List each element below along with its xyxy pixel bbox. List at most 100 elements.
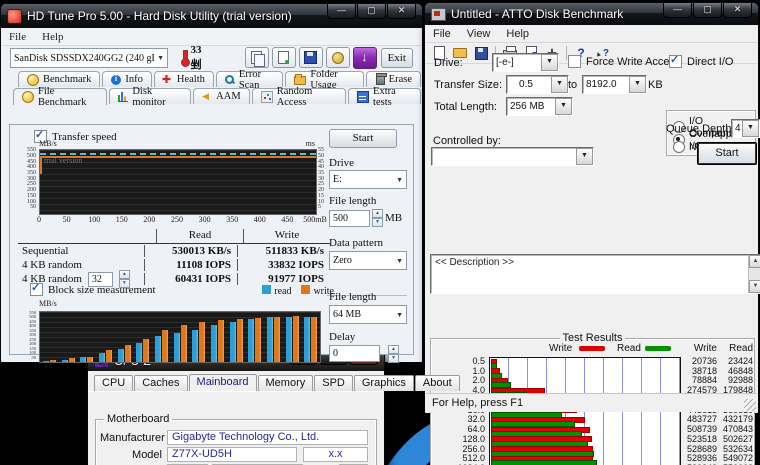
read-swatch: [262, 285, 271, 294]
direct-io-checkbox-row[interactable]: Direct I/O: [669, 55, 733, 68]
motherboard-groupbox: Motherboard Manufacturer Gigabyte Techno…: [95, 419, 377, 465]
minimize-icon[interactable]: —: [663, 3, 692, 18]
tab-graphics[interactable]: Graphics: [354, 375, 414, 391]
close-icon[interactable]: ✕: [723, 3, 752, 18]
hdtune-titlebar[interactable]: HD Tune Pro 5.00 - Hard Disk Utility (tr…: [1, 4, 422, 28]
block-file-length-dropdown[interactable]: 64 MB ▼: [329, 305, 407, 324]
write-swatch: [301, 285, 310, 294]
start-button[interactable]: Start: [329, 129, 397, 148]
speaker-icon: [202, 92, 212, 102]
transfer-to-dropdown[interactable]: 8192.0 ▼: [582, 75, 647, 94]
resize-grip[interactable]: [744, 399, 756, 411]
queue-depth-label: Queue Depth:: [666, 123, 735, 135]
chevron-down-icon: ▼: [551, 76, 568, 93]
hdtune-tab-row-1: BenchmarkInfoHealthError ScanFolder Usag…: [2, 71, 421, 87]
save-button[interactable]: [299, 47, 323, 68]
data-pattern-dropdown[interactable]: Zero ▼: [329, 251, 407, 270]
menu-file[interactable]: File: [433, 28, 451, 40]
bar-read-2048: [267, 317, 273, 362]
copy-results-button[interactable]: [245, 47, 269, 68]
tab-about[interactable]: About: [415, 375, 460, 391]
tab-spd[interactable]: SPD: [314, 375, 353, 391]
start-button[interactable]: Start: [698, 143, 756, 164]
drive-select[interactable]: SanDisk SDSSDX240GG2 (240 gB) ▼: [10, 48, 168, 68]
menu-view[interactable]: View: [467, 28, 491, 40]
tab-cpu[interactable]: CPU: [94, 375, 133, 391]
atto-titlebar[interactable]: Untitled - ATTO Disk Benchmark — ▢ ✕: [425, 3, 758, 25]
tab-aam[interactable]: AAM: [193, 88, 250, 104]
x-label-128: 128: [188, 363, 207, 370]
radio-button[interactable]: [673, 141, 685, 153]
description-box[interactable]: << Description >> ▲ ▼: [430, 254, 760, 294]
chevron-down-icon: ▼: [154, 54, 164, 62]
update-button[interactable]: ↓: [353, 47, 377, 69]
tab-random-access[interactable]: Random Access: [252, 88, 346, 104]
chevron-down-icon: ▼: [393, 311, 403, 319]
tab-disk-monitor[interactable]: Disk monitor: [109, 88, 191, 104]
screenshot-icon: [278, 51, 289, 64]
block-size-checkbox[interactable]: [30, 283, 43, 296]
tab-error-scan[interactable]: Error Scan: [216, 71, 283, 87]
controlled-by-dropdown[interactable]: ▼: [431, 147, 594, 166]
file-length-spinner[interactable]: ▲▼: [372, 209, 383, 227]
tab-memory[interactable]: Memory: [258, 375, 314, 391]
exit-button[interactable]: Exit: [381, 48, 414, 68]
file-length-input[interactable]: 500: [329, 210, 370, 227]
file-length-label: File length: [329, 195, 376, 207]
save-icon: [304, 51, 317, 64]
x-label-4096: 4096: [282, 363, 301, 370]
delay-input[interactable]: 0: [329, 345, 380, 362]
options-button[interactable]: [326, 47, 350, 68]
force-write-checkbox-row[interactable]: Force Write Access: [568, 55, 681, 68]
transfer-from-dropdown[interactable]: 0.5 ▼: [506, 75, 569, 94]
drive-dropdown[interactable]: [-e-] ▼: [492, 53, 559, 72]
hdtune-toolbar-buttons: ↓: [245, 47, 377, 69]
drive-dropdown[interactable]: E: ▼: [329, 170, 407, 189]
tab-mainboard[interactable]: Mainboard: [189, 374, 257, 391]
tab-health[interactable]: Health: [154, 71, 214, 87]
scroll-down-icon[interactable]: ▼: [749, 280, 760, 293]
size-label-64.0: 64.0: [435, 424, 485, 434]
x-label-256: 256: [207, 363, 226, 370]
copy-screenshot-button[interactable]: [272, 47, 296, 68]
bar-write-2048: [274, 317, 280, 362]
spin-up-icon[interactable]: ▲: [119, 270, 130, 279]
maximize-icon[interactable]: ▢: [693, 3, 722, 18]
bar-group-128: [189, 312, 208, 362]
close-icon[interactable]: ✕: [387, 4, 416, 19]
size-label-32.0: 32.0: [435, 414, 485, 424]
tab-caches[interactable]: Caches: [134, 375, 187, 391]
atto-body: FileViewHelp ✛ ? ? Drive: [-e-] ▼: [426, 25, 757, 412]
menu-help[interactable]: Help: [42, 31, 63, 43]
health-icon: [163, 75, 173, 85]
erase-icon: [376, 74, 385, 85]
x-label-2048: 2048: [263, 363, 282, 370]
tab-extra-tests[interactable]: Extra tests: [348, 88, 421, 104]
x-label-512: 512: [226, 363, 245, 370]
total-length-dropdown[interactable]: 256 MB ▼: [506, 97, 573, 116]
x-label-32: 32: [151, 363, 170, 370]
x-tick-400: 400: [254, 215, 266, 224]
write-value-2.0: 78884: [679, 375, 717, 385]
block-size-checkbox-row[interactable]: Block size measurement: [30, 283, 156, 296]
menu-file[interactable]: File: [9, 31, 26, 43]
menu-help[interactable]: Help: [506, 28, 529, 40]
bar-group-8192: [301, 312, 320, 362]
series-write-rise: [40, 156, 42, 174]
tab-file-benchmark[interactable]: File Benchmark: [13, 88, 107, 105]
direct-io-checkbox[interactable]: [669, 55, 682, 68]
bar-read-0.5: [43, 361, 49, 362]
minimize-icon[interactable]: —: [327, 4, 356, 19]
atto-window-controls: — ▢ ✕: [662, 3, 752, 18]
maximize-icon[interactable]: ▢: [357, 4, 386, 19]
bar-group-2: [77, 312, 96, 362]
scroll-up-icon[interactable]: ▲: [749, 255, 760, 268]
delay-spinner[interactable]: ▲▼: [388, 345, 399, 363]
queue-depth-dropdown[interactable]: 4 ▼: [731, 119, 760, 138]
tab-benchmark[interactable]: Benchmark: [18, 71, 100, 87]
save-button[interactable]: [472, 45, 490, 61]
write-value: 511833 KB/s: [237, 245, 330, 257]
description-scrollbar[interactable]: ▲ ▼: [748, 255, 760, 293]
bar-write-2: [87, 357, 93, 362]
force-write-checkbox[interactable]: [568, 55, 581, 68]
